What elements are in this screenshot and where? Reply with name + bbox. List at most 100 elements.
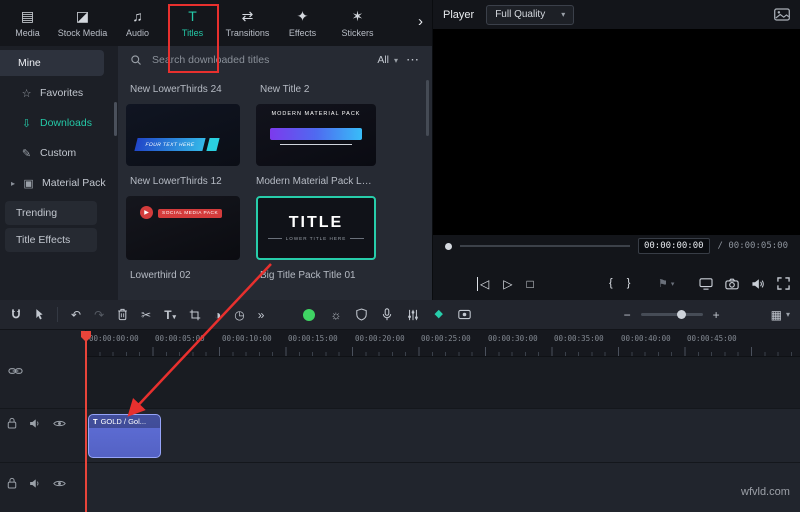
volume-icon[interactable] — [751, 278, 765, 290]
mark-out-button[interactable]: } — [627, 277, 631, 289]
pointer-tool-icon[interactable] — [35, 308, 44, 321]
library-scrollbar[interactable] — [426, 80, 429, 136]
marker-flag-button[interactable]: ⚑ ▾ — [658, 277, 674, 290]
stickers-icon: ✶ — [352, 9, 364, 25]
expander-icon[interactable]: ▸ — [11, 179, 15, 188]
zoom-in-icon[interactable]: + — [713, 309, 720, 321]
fit-display-icon[interactable] — [699, 278, 713, 290]
voiceover-mic-icon[interactable] — [382, 308, 392, 321]
lock-track-icon[interactable] — [7, 477, 17, 489]
track-header-column — [0, 330, 86, 512]
chroma-key-icon[interactable] — [303, 309, 315, 321]
magnet-snap-icon[interactable] — [10, 308, 22, 321]
tab-audio[interactable]: ♫ Audio — [110, 9, 165, 38]
playhead-line[interactable] — [85, 336, 87, 512]
template-new-lowerthirds-12[interactable]: FOUR TEXT HERE — [126, 104, 240, 166]
player-header: Player Full Quality ▾ — [433, 0, 800, 29]
preview-display-icon[interactable] — [774, 8, 790, 21]
seek-handle[interactable] — [445, 243, 452, 250]
chevron-down-icon: ▾ — [786, 310, 790, 319]
zoom-out-icon[interactable]: − — [624, 309, 631, 321]
mask-icon[interactable] — [356, 308, 367, 321]
screen-record-icon[interactable] — [458, 309, 471, 320]
star-icon: ☆ — [20, 87, 33, 100]
chevron-down-icon: ▾ — [561, 10, 565, 19]
zoom-slider[interactable] — [641, 313, 703, 316]
search-icon — [130, 54, 142, 66]
mute-track-icon[interactable] — [29, 418, 41, 429]
sidebar-item-title-effects[interactable]: Title Effects — [5, 228, 97, 252]
player-title: Player — [443, 9, 474, 21]
transitions-icon: ⇄ — [242, 9, 254, 25]
audio-mixer-icon[interactable] — [407, 309, 419, 321]
thumb-art-shape — [270, 128, 362, 140]
title-clip-icon: T — [93, 417, 98, 426]
mark-in-button[interactable]: { — [609, 277, 613, 289]
tab-effects[interactable]: ✦ Effects — [275, 9, 330, 38]
more-options-icon[interactable]: ⋯ — [406, 52, 420, 68]
tab-titles[interactable]: T Titles — [165, 9, 220, 38]
seek-track[interactable] — [460, 245, 630, 247]
template-lowerthird-02[interactable]: ▶ SOCIAL MEDIA PACK — [126, 196, 240, 260]
crop-icon[interactable] — [189, 309, 201, 321]
track-1[interactable] — [86, 408, 800, 464]
sidebar-item-custom[interactable]: ✎ Custom — [0, 138, 118, 168]
search-row: All ▾ ⋯ — [118, 46, 432, 74]
sidebar-item-downloads[interactable]: ⇩ Downloads — [0, 108, 118, 138]
quality-dropdown[interactable]: Full Quality ▾ — [486, 5, 574, 25]
play-button[interactable]: ▷ — [503, 277, 512, 291]
color-tool-icon[interactable]: ◑ — [214, 309, 221, 321]
keyframe-icon[interactable]: ◆ — [434, 309, 442, 320]
mute-track-icon[interactable] — [29, 478, 41, 489]
preview-tools-group — [699, 277, 790, 290]
template-big-title-pack-title-01[interactable]: TITLE LOWER TITLE HERE — [256, 196, 376, 260]
mark-group: { } — [609, 277, 630, 289]
filter-dropdown[interactable]: All ▾ — [377, 54, 398, 66]
thumb-art-subtitle: LOWER TITLE HERE — [258, 236, 374, 241]
playback-controls: ◁ ▷ □ { } ⚑ ▾ — [433, 257, 800, 300]
play-badge-icon: ▶ — [140, 206, 153, 219]
adjust-icon[interactable]: ☼ — [330, 309, 341, 321]
lock-track-icon[interactable] — [7, 417, 17, 429]
tab-stickers[interactable]: ✶ Stickers — [330, 9, 385, 38]
redo-icon[interactable]: ↷ — [94, 309, 104, 321]
sidebar-item-trending[interactable]: Trending — [5, 201, 97, 225]
text-tool-icon[interactable]: T ▾ — [164, 309, 176, 321]
sidebar-item-favorites[interactable]: ☆ Favorites — [0, 78, 118, 108]
tab-transitions[interactable]: ⇄ Transitions — [220, 9, 275, 38]
feature-tools-group: ☼ ◆ — [303, 308, 470, 321]
speed-tool-icon[interactable]: ◷ — [234, 309, 244, 321]
media-type-tabbar: ▤ Media ◪ Stock Media ♫ Audio T Titles ⇄… — [0, 0, 432, 46]
thumb-art-shape — [206, 138, 219, 151]
template-modern-material-pack[interactable]: MODERN MATERIAL PACK — [256, 104, 376, 166]
link-tracks-icon[interactable] — [8, 366, 23, 376]
hide-track-icon[interactable] — [53, 419, 66, 428]
undo-icon[interactable]: ↶ — [71, 309, 81, 321]
track-2[interactable] — [86, 462, 800, 512]
fullscreen-icon[interactable] — [777, 277, 790, 290]
tab-stock-media[interactable]: ◪ Stock Media — [55, 9, 110, 38]
toolbar-divider — [57, 307, 58, 322]
sidebar-scrollbar[interactable] — [114, 102, 117, 136]
split-scissors-icon[interactable]: ✂ — [141, 309, 151, 321]
zoom-slider-knob[interactable] — [677, 310, 686, 319]
timeline-clip-gold-title[interactable]: T GOLD / Gol... — [88, 414, 161, 458]
track-manager[interactable]: ▦ ▾ — [771, 309, 790, 321]
video-preview — [433, 29, 800, 235]
thumb-art-text: SOCIAL MEDIA PACK — [158, 209, 222, 218]
stock-media-icon: ◪ — [76, 9, 89, 25]
snapshot-camera-icon[interactable] — [725, 278, 739, 290]
delete-icon[interactable] — [117, 308, 128, 321]
tab-media[interactable]: ▤ Media — [0, 9, 55, 38]
hide-track-icon[interactable] — [53, 479, 66, 488]
sidebar-item-material-pack[interactable]: ▸ ▣ Material Pack — [0, 168, 118, 198]
timeline-ruler[interactable]: 00:00:00:00 00:00:05:00 00:00:10:00 00:0… — [86, 330, 800, 357]
sidebar-item-mine[interactable]: Mine — [0, 50, 104, 76]
material-pack-icon: ▣ — [22, 177, 35, 190]
more-tools-icon[interactable]: » — [258, 309, 265, 321]
search-input[interactable] — [150, 53, 369, 67]
stop-button[interactable]: □ — [526, 277, 533, 291]
pencil-icon: ✎ — [20, 147, 33, 160]
previous-frame-button[interactable]: ◁ — [477, 277, 489, 291]
more-tabs-button[interactable]: › — [412, 12, 429, 31]
